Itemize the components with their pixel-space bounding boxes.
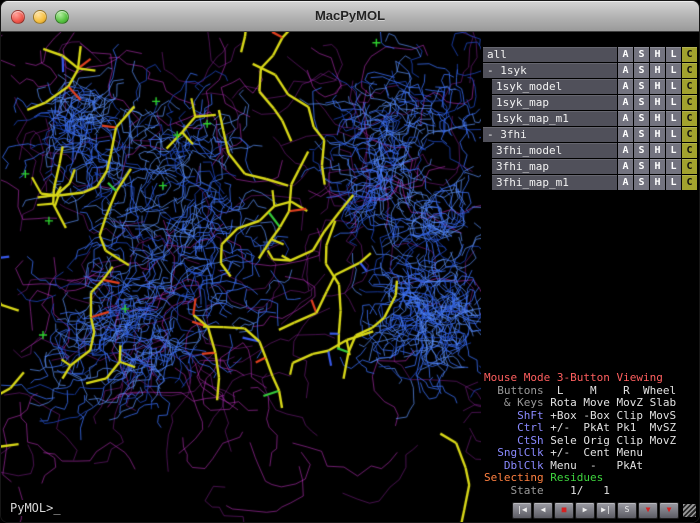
close-button[interactable] — [11, 10, 25, 24]
color-button[interactable]: C — [682, 111, 697, 126]
color-button[interactable]: C — [682, 63, 697, 78]
object-name-button[interactable]: 3fhi_map — [492, 159, 617, 174]
object-name-button[interactable]: - 3fhi — [483, 127, 617, 142]
color-button[interactable]: C — [682, 127, 697, 142]
color-button[interactable]: C — [682, 175, 697, 190]
object-name-button[interactable]: 1syk_map_m1 — [492, 111, 617, 126]
label-button[interactable]: L — [666, 175, 681, 190]
command-prompt[interactable]: PyMOL>_ — [6, 500, 65, 516]
color-button[interactable]: C — [682, 47, 697, 62]
action-button[interactable]: A — [618, 47, 633, 62]
label-button[interactable]: L — [666, 47, 681, 62]
hide-button[interactable]: H — [650, 159, 665, 174]
action-button[interactable]: A — [618, 127, 633, 142]
label-button[interactable]: L — [666, 159, 681, 174]
object-name-button[interactable]: 1syk_model — [492, 79, 617, 94]
object-row-1syk-group: - 1syk A S H L C — [483, 63, 697, 78]
action-button[interactable]: A — [618, 159, 633, 174]
object-row-1syk-map-m1: 1syk_map_m1 A S H L C — [483, 111, 697, 126]
action-button[interactable]: A — [618, 79, 633, 94]
step-back-button[interactable]: ◀ — [533, 502, 553, 519]
hide-button[interactable]: H — [650, 95, 665, 110]
show-button[interactable]: S — [634, 63, 649, 78]
object-name-button[interactable]: all — [483, 47, 617, 62]
object-row-3fhi-map: 3fhi_map A S H L C — [483, 159, 697, 174]
object-name-button[interactable]: - 1syk — [483, 63, 617, 78]
action-button[interactable]: A — [618, 63, 633, 78]
hide-button[interactable]: H — [650, 47, 665, 62]
label-button[interactable]: L — [666, 95, 681, 110]
label-button[interactable]: L — [666, 111, 681, 126]
label-button[interactable]: L — [666, 63, 681, 78]
stop-button[interactable]: ■ — [554, 502, 574, 519]
macpymol-window: MacPyMOL PyMOL>_ all A S H L C - 1syk A — [0, 0, 700, 523]
hide-button[interactable]: H — [650, 127, 665, 142]
menu-left-button[interactable]: ▼ — [638, 502, 658, 519]
go-to-start-button[interactable]: |◀ — [512, 502, 532, 519]
show-button[interactable]: S — [634, 79, 649, 94]
hide-button[interactable]: H — [650, 175, 665, 190]
color-button[interactable]: C — [682, 95, 697, 110]
show-button[interactable]: S — [634, 175, 649, 190]
show-button[interactable]: S — [634, 47, 649, 62]
titlebar[interactable]: MacPyMOL — [1, 1, 699, 32]
hide-button[interactable]: H — [650, 79, 665, 94]
zoom-button[interactable] — [55, 10, 69, 24]
prompt-cursor: _ — [53, 501, 60, 515]
hide-button[interactable]: H — [650, 63, 665, 78]
show-button[interactable]: S — [634, 127, 649, 142]
sidebar-spacer — [481, 191, 699, 372]
color-button[interactable]: C — [682, 143, 697, 158]
vcr-controls: |◀ ◀ ■ ▶ ▶| S ▼ ▼ — [481, 500, 699, 523]
mouse-mode-panel: Mouse Mode 3-Button Viewing Buttons L M … — [481, 372, 699, 500]
prompt-label: PyMOL> — [10, 501, 53, 515]
menu-right-button[interactable]: ▼ — [659, 502, 679, 519]
object-row-1syk-model: 1syk_model A S H L C — [483, 79, 697, 94]
viewport-3d[interactable] — [1, 32, 481, 523]
action-button[interactable]: A — [618, 143, 633, 158]
object-row-3fhi-map-m1: 3fhi_map_m1 A S H L C — [483, 175, 697, 190]
show-button[interactable]: S — [634, 143, 649, 158]
label-button[interactable]: L — [666, 143, 681, 158]
viewport: PyMOL>_ — [1, 32, 481, 523]
play-button[interactable]: ▶ — [575, 502, 595, 519]
show-button[interactable]: S — [634, 159, 649, 174]
object-name-button[interactable]: 3fhi_model — [492, 143, 617, 158]
sidebar: all A S H L C - 1syk A S H L C 1syk_mode… — [481, 32, 699, 523]
color-button[interactable]: C — [682, 79, 697, 94]
action-button[interactable]: A — [618, 95, 633, 110]
action-button[interactable]: A — [618, 175, 633, 190]
state-indicator: State 1/ 1 — [484, 485, 699, 498]
action-button[interactable]: A — [618, 111, 633, 126]
go-to-end-button[interactable]: ▶| — [596, 502, 616, 519]
object-row-all: all A S H L C — [483, 47, 697, 62]
label-button[interactable]: L — [666, 79, 681, 94]
label-button[interactable]: L — [666, 127, 681, 142]
object-row-3fhi-group: - 3fhi A S H L C — [483, 127, 697, 142]
object-list: all A S H L C - 1syk A S H L C 1syk_mode… — [481, 32, 699, 191]
show-button[interactable]: S — [634, 111, 649, 126]
show-button[interactable]: S — [634, 95, 649, 110]
object-row-1syk-map: 1syk_map A S H L C — [483, 95, 697, 110]
hide-button[interactable]: H — [650, 143, 665, 158]
window-title: MacPyMOL — [1, 1, 699, 31]
minimize-button[interactable] — [33, 10, 47, 24]
object-name-button[interactable]: 1syk_map — [492, 95, 617, 110]
hide-button[interactable]: H — [650, 111, 665, 126]
main-content: PyMOL>_ all A S H L C - 1syk A S H L — [1, 32, 699, 523]
scene-button[interactable]: S — [617, 502, 637, 519]
resize-grip[interactable] — [683, 504, 696, 517]
object-row-3fhi-model: 3fhi_model A S H L C — [483, 143, 697, 158]
object-name-button[interactable]: 3fhi_map_m1 — [492, 175, 617, 190]
color-button[interactable]: C — [682, 159, 697, 174]
